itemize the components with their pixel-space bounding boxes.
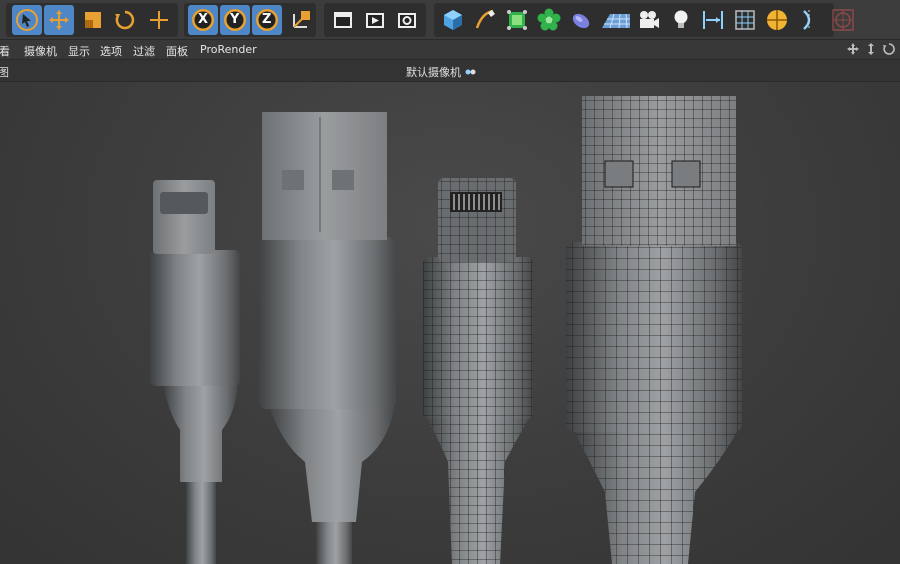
cursor-icon — [16, 9, 38, 31]
floor-object-button[interactable] — [598, 5, 634, 35]
viewport-header: 图 默认摄像机 — [0, 60, 900, 82]
cube-icon — [444, 10, 462, 30]
render-picture-viewer-button[interactable] — [360, 5, 390, 35]
menu-filter[interactable]: 过滤 — [133, 43, 155, 59]
scale-tool-button[interactable] — [78, 5, 108, 35]
main-toolbar: X Y Z — [0, 0, 900, 40]
camera-label: 默认摄像机 — [406, 64, 477, 80]
deformer-icon — [572, 13, 590, 29]
pan-icon[interactable] — [846, 42, 860, 56]
z-axis-label: Z — [262, 12, 272, 27]
subdivision-surface-button[interactable] — [502, 5, 532, 35]
y-axis-label: Y — [230, 12, 240, 27]
render-settings-icon — [398, 13, 416, 28]
move-arrows-icon — [49, 10, 69, 30]
coordinate-system-icon — [293, 11, 310, 28]
menu-prorender[interactable]: ProRender — [200, 43, 257, 56]
rotate-tool-button[interactable] — [110, 5, 140, 35]
recent-tool-button[interactable] — [144, 5, 174, 35]
rotate-arrows-icon — [115, 10, 135, 30]
usb-cable-smooth[interactable] — [258, 112, 396, 564]
render-settings-button[interactable] — [392, 5, 422, 35]
render-view-button[interactable] — [328, 5, 358, 35]
scale-box-icon — [85, 12, 101, 28]
cable-models-render — [150, 96, 742, 564]
plus-arrows-icon — [150, 11, 168, 29]
camera-object-button[interactable] — [634, 5, 664, 35]
light-object-button[interactable] — [666, 5, 696, 35]
camera-dots-icon — [465, 69, 475, 75]
orbit-icon[interactable] — [882, 42, 896, 56]
x-axis-label: X — [198, 12, 209, 27]
target-icon — [832, 9, 854, 31]
usb-cable-wireframe[interactable] — [566, 96, 742, 564]
symmetry-button[interactable] — [794, 5, 824, 35]
light-bulb-icon — [674, 10, 688, 28]
coordinate-system-button[interactable] — [286, 5, 316, 35]
film-camera-icon — [640, 11, 659, 28]
symmetry-icon — [803, 10, 811, 30]
snap-button[interactable] — [730, 5, 760, 35]
pen-spline-button[interactable] — [470, 5, 500, 35]
menu-cameras[interactable]: 摄像机 — [24, 43, 57, 59]
menu-view[interactable]: 查看 — [0, 43, 10, 59]
floor-grid-icon — [602, 13, 630, 29]
lightning-cable-wireframe[interactable] — [423, 178, 533, 564]
texture-sphere-icon — [767, 10, 787, 30]
lightning-cable-smooth[interactable] — [150, 180, 240, 564]
3d-viewport[interactable] — [0, 82, 900, 564]
cloner-button[interactable] — [534, 5, 564, 35]
render-play-icon — [366, 13, 384, 28]
measure-icon — [703, 11, 723, 29]
pen-icon — [475, 9, 495, 29]
cube-object-button[interactable] — [438, 5, 468, 35]
sphere-texture-button[interactable] — [762, 5, 792, 35]
move-tool-button[interactable] — [44, 5, 74, 35]
target-button[interactable] — [828, 5, 858, 35]
subdivision-cube-icon — [507, 10, 527, 30]
snap-grid-icon — [735, 10, 755, 30]
viewport-navigation — [846, 42, 896, 56]
deformer-button[interactable] — [566, 5, 596, 35]
menu-panel[interactable]: 面板 — [166, 43, 188, 59]
zoom-icon[interactable] — [864, 42, 878, 56]
clapperboard-icon — [334, 12, 352, 28]
measure-tool-button[interactable] — [698, 5, 728, 35]
live-selection-button[interactable] — [12, 5, 42, 35]
menu-display[interactable]: 显示 — [68, 43, 90, 59]
camera-name: 默认摄像机 — [406, 66, 461, 79]
viewport-title: 图 — [0, 66, 9, 79]
menu-options[interactable]: 选项 — [100, 43, 122, 59]
cloner-flower-icon — [537, 8, 561, 31]
viewport-menu-bar: 查看 摄像机 显示 选项 过滤 面板 ProRender — [0, 40, 900, 60]
